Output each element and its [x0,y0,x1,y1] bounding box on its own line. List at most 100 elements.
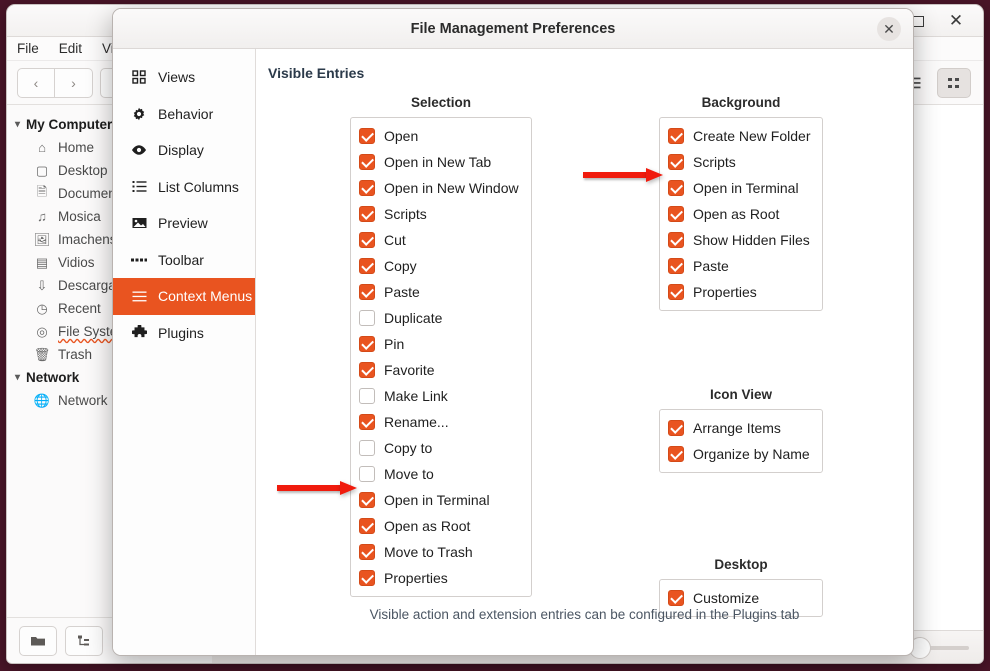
checkbox-row-paste[interactable]: Paste [359,279,523,305]
checkbox-row-open-as-root[interactable]: Open as Root [359,513,523,539]
checkbox-scripts[interactable] [359,206,375,222]
checkbox-row-show-hidden-files[interactable]: Show Hidden Files [668,227,814,253]
nav-item-toolbar[interactable]: Toolbar [113,242,255,279]
sidebar-group-label: Network [26,370,80,385]
checkbox-open-as-root[interactable] [359,518,375,534]
checkbox-paste[interactable] [359,284,375,300]
nav-item-display[interactable]: Display [113,132,255,169]
checkbox-move-to[interactable] [359,466,375,482]
grid-view-button[interactable] [937,67,971,98]
right-column: Background Create New Folder Scripts Ope… [659,95,823,617]
chevron-down-icon: ▾ [15,372,21,383]
nav-item-context-menus[interactable]: Context Menus [113,278,255,315]
checkbox-row-open-in-new-tab[interactable]: Open in New Tab [359,149,523,175]
icon-view-group-box: Arrange Items Organize by Name [659,409,823,473]
sidebar-item-label: Network [58,393,108,408]
trash-icon: 🗑 [33,346,51,362]
checkbox-row-bg-paste[interactable]: Paste [668,253,814,279]
nav-item-views[interactable]: Views [113,59,255,96]
checkbox-row-cut[interactable]: Cut [359,227,523,253]
checkbox-open[interactable] [359,128,375,144]
checkbox-row-bg-open-in-terminal[interactable]: Open in Terminal [668,175,814,201]
checkbox-open-in-terminal[interactable] [359,492,375,508]
checkbox-row-bg-open-as-root[interactable]: Open as Root [668,201,814,227]
checkbox-cut[interactable] [359,232,375,248]
checkbox-bg-open-as-root[interactable] [668,206,684,222]
nav-item-plugins[interactable]: Plugins [113,315,255,352]
content-heading: Visible Entries [268,65,365,81]
checkbox-copy[interactable] [359,258,375,274]
checkbox-row-favorite[interactable]: Favorite [359,357,523,383]
checkbox-row-move-to-trash[interactable]: Move to Trash [359,539,523,565]
checkbox-rename[interactable] [359,414,375,430]
dialog-title: File Management Preferences [410,20,616,37]
checkbox-row-properties[interactable]: Properties [359,565,523,591]
menu-edit[interactable]: Edit [59,41,82,56]
checkbox-bg-properties[interactable] [668,284,684,300]
checkbox-row-pin[interactable]: Pin [359,331,523,357]
checkbox-arrange-items[interactable] [668,420,684,436]
checkbox-label: Pin [384,336,405,352]
nav-item-preview[interactable]: Preview [113,205,255,242]
checkbox-copy-to[interactable] [359,440,375,456]
gear-icon [129,107,149,121]
checkbox-bg-scripts[interactable] [668,154,684,170]
checkbox-label: Rename... [384,414,449,430]
checkbox-move-to-trash[interactable] [359,544,375,560]
checkbox-row-arrange-items[interactable]: Arrange Items [668,415,814,441]
checkbox-row-copy[interactable]: Copy [359,253,523,279]
checkbox-open-in-new-window[interactable] [359,180,375,196]
checkbox-bg-open-in-terminal[interactable] [668,180,684,196]
sidebar-item-label: Trash [58,347,93,362]
checkbox-favorite[interactable] [359,362,375,378]
home-icon: ⌂ [38,140,46,155]
close-window-button[interactable]: ✕ [943,9,969,33]
checkbox-create-new-folder[interactable] [668,128,684,144]
arrow-to-background-open-in-terminal [583,168,663,182]
checkbox-row-duplicate[interactable]: Duplicate [359,305,523,331]
nav-item-behavior[interactable]: Behavior [113,96,255,133]
image-icon [129,217,149,229]
checkbox-label: Duplicate [384,310,443,326]
places-view-button[interactable] [19,625,57,656]
checkbox-row-open[interactable]: Open [359,123,523,149]
checkbox-label: Properties [384,570,448,586]
checkbox-show-hidden-files[interactable] [668,232,684,248]
tree-view-button[interactable] [65,625,103,656]
checkbox-open-in-new-tab[interactable] [359,154,375,170]
nav-item-list-columns[interactable]: List Columns [113,169,255,206]
checkbox-properties[interactable] [359,570,375,586]
selection-column: Selection Open Open in New Tab Open in N… [350,95,532,617]
dialog-close-button[interactable]: ✕ [877,17,901,41]
checkbox-row-move-to[interactable]: Move to [359,461,523,487]
checkbox-duplicate[interactable] [359,310,375,326]
checkbox-pin[interactable] [359,336,375,352]
checkbox-row-open-in-terminal[interactable]: Open in Terminal [359,487,523,513]
maximize-icon [912,15,924,27]
menu-file[interactable]: File [17,41,39,56]
arrow-head [340,481,357,495]
checkbox-bg-paste[interactable] [668,258,684,274]
checkbox-row-make-link[interactable]: Make Link [359,383,523,409]
checkbox-row-bg-properties[interactable]: Properties [668,279,814,305]
checkbox-customize[interactable] [668,590,684,606]
checkbox-row-create-new-folder[interactable]: Create New Folder [668,123,814,149]
checkbox-label: Open in New Tab [384,154,492,170]
nav-item-label: Behavior [158,105,214,122]
checkbox-row-rename[interactable]: Rename... [359,409,523,435]
checkbox-row-copy-to[interactable]: Copy to [359,435,523,461]
forward-button[interactable]: › [55,67,93,98]
checkbox-label: Move to Trash [384,544,473,560]
checkbox-label: Paste [693,258,729,274]
checkbox-make-link[interactable] [359,388,375,404]
checkbox-row-scripts[interactable]: Scripts [359,201,523,227]
checkbox-row-bg-scripts[interactable]: Scripts [668,149,814,175]
checkbox-row-open-in-new-window[interactable]: Open in New Window [359,175,523,201]
checkbox-row-organize-by-name[interactable]: Organize by Name [668,441,814,467]
nav-item-label: Toolbar [158,251,204,268]
checkbox-organize-by-name[interactable] [668,446,684,462]
disc-icon: ◎ [36,323,48,339]
back-button[interactable]: ‹ [17,67,55,98]
checkbox-label: Customize [693,590,760,606]
nav-item-label: Context Menus [158,288,253,305]
